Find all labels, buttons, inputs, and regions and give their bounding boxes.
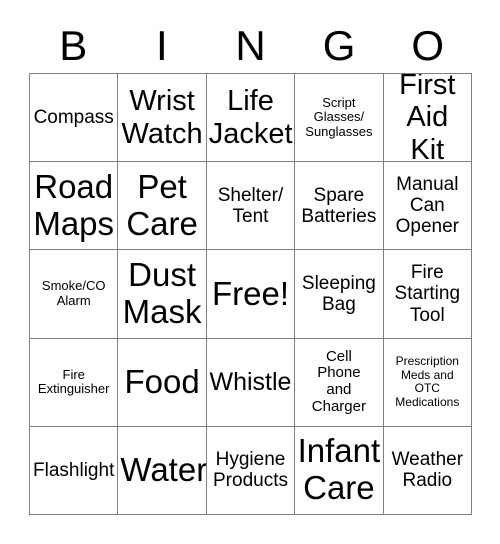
- bingo-header-letter-g: G: [322, 21, 356, 69]
- bingo-header-letter-o: O: [411, 21, 444, 69]
- bingo-cell-label: Pet Care: [126, 167, 198, 242]
- bingo-cell-i1[interactable]: Wrist Watch: [118, 74, 207, 163]
- bingo-cell-i5[interactable]: Water: [118, 426, 207, 515]
- bingo-cell-label: First Aid Kit: [399, 74, 456, 163]
- bingo-cell-label: Weather Radio: [391, 449, 464, 492]
- bingo-cell-n4[interactable]: Whistle: [206, 338, 296, 427]
- bingo-cell-b5[interactable]: Flashlight: [30, 426, 119, 515]
- bingo-cell-g3[interactable]: Sleeping Bag: [295, 250, 384, 339]
- bingo-cell-n2[interactable]: Shelter/ Tent: [206, 162, 296, 251]
- bingo-cell-b3[interactable]: Smoke/CO Alarm: [30, 250, 119, 339]
- bingo-cell-o2[interactable]: Manual Can Opener: [383, 162, 472, 251]
- bingo-header-letter-i: I: [156, 21, 168, 69]
- bingo-cell-label: Smoke/CO Alarm: [41, 278, 106, 308]
- bingo-cell-label: Wrist Watch: [121, 85, 203, 150]
- bingo-cell-label: Life Jacket: [208, 85, 293, 150]
- bingo-cell-g1[interactable]: Script Glasses/ Sunglasses: [295, 74, 384, 163]
- bingo-cell-label: Water: [120, 450, 207, 488]
- bingo-cell-label: Fire Extinguisher: [37, 366, 110, 397]
- bingo-cell-label: Flashlight: [33, 459, 115, 481]
- bingo-cell-label: Road Maps: [33, 167, 115, 242]
- bingo-cell-g2[interactable]: Spare Batteries: [295, 162, 384, 251]
- bingo-cell-g5[interactable]: Infant Care: [295, 426, 384, 515]
- bingo-cell-label: Hygiene Products: [213, 449, 288, 492]
- bingo-cell-label: Manual Can Opener: [395, 173, 459, 238]
- bingo-cell-n5[interactable]: Hygiene Products: [206, 426, 296, 515]
- bingo-cell-i4[interactable]: Food: [118, 338, 207, 427]
- bingo-free-space-label: Free!: [211, 274, 289, 312]
- bingo-cell-o4[interactable]: Prescription Meds and OTC Medications: [383, 338, 472, 427]
- bingo-cell-o3[interactable]: Fire Starting Tool: [383, 250, 472, 339]
- bingo-cell-o1[interactable]: First Aid Kit: [383, 74, 472, 163]
- bingo-header-letter-n: N: [235, 21, 266, 69]
- bingo-cell-label: Shelter/ Tent: [217, 184, 284, 227]
- bingo-cell-b1[interactable]: Compass: [30, 74, 119, 163]
- bingo-cell-label: Cell Phone and Charger: [311, 347, 366, 415]
- bingo-grid: Compass Wrist Watch Life Jacket Script G…: [29, 73, 472, 515]
- bingo-cell-label: Infant Care: [297, 432, 381, 507]
- bingo-cell-o5[interactable]: Weather Radio: [383, 426, 472, 515]
- bingo-cell-n1[interactable]: Life Jacket: [206, 74, 296, 163]
- bingo-cell-label: Fire Starting Tool: [394, 262, 461, 326]
- bingo-cell-i2[interactable]: Pet Care: [118, 162, 207, 251]
- bingo-header-letter-b: B: [59, 21, 88, 69]
- bingo-card: B I N G O Compass Wrist Watch Life Jacke…: [0, 0, 500, 544]
- bingo-cell-label: Prescription Meds and OTC Medications: [395, 354, 460, 409]
- bingo-cell-label: Whistle: [209, 368, 292, 397]
- bingo-cell-label: Dust Mask: [122, 256, 202, 330]
- bingo-cell-label: Sleeping Bag: [301, 272, 376, 315]
- bingo-header-row: B I N G O: [29, 18, 472, 73]
- bingo-cell-g4[interactable]: Cell Phone and Charger: [295, 338, 384, 427]
- bingo-cell-label: Compass: [33, 106, 114, 128]
- bingo-cell-free-space[interactable]: Free!: [206, 250, 296, 339]
- bingo-cell-b4[interactable]: Fire Extinguisher: [30, 338, 119, 427]
- bingo-cell-b2[interactable]: Road Maps: [30, 162, 119, 251]
- bingo-cell-label: Food: [124, 362, 200, 400]
- bingo-cell-label: Script Glasses/ Sunglasses: [305, 94, 373, 139]
- bingo-cell-i3[interactable]: Dust Mask: [118, 250, 207, 339]
- bingo-cell-label: Spare Batteries: [301, 184, 377, 227]
